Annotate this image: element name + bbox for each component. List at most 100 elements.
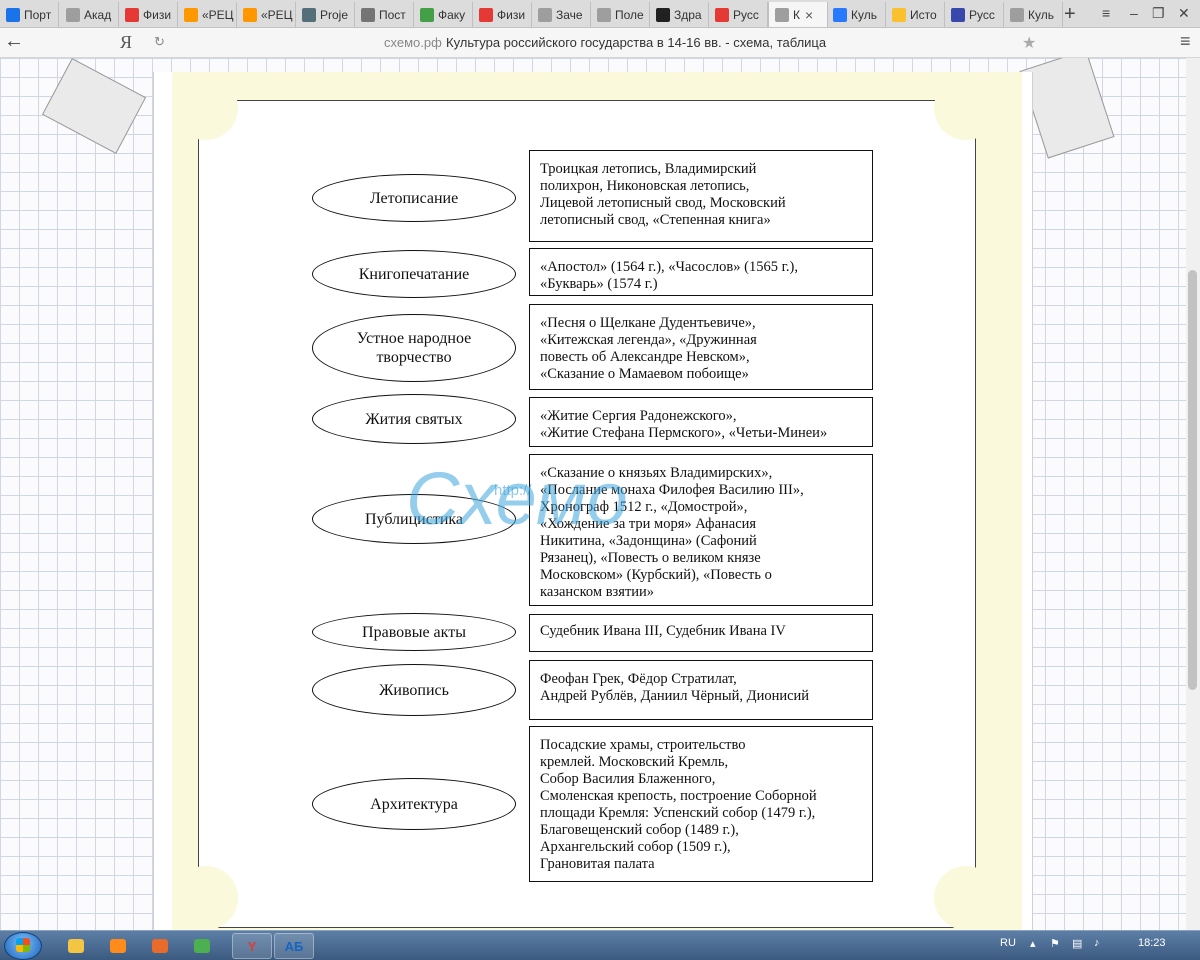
works-text-line: «Сказание о Мамаевом побоище» <box>540 366 749 382</box>
browser-tab[interactable]: Русс <box>709 2 768 27</box>
works-text-line: Судебник Ивана III, Судебник Ивана IV <box>540 623 786 639</box>
language-indicator[interactable]: RU <box>1000 937 1016 949</box>
works-box: Феофан Грек, Фёдор Стратилат, Андрей Рубл… <box>529 660 873 720</box>
x-logo-icon <box>833 7 847 22</box>
category-label: Книгопечатание <box>358 265 470 283</box>
works-box: Судебник Ивана III, Судебник Ивана IV <box>529 614 873 652</box>
tab-title: Физи <box>143 7 172 22</box>
tab-title: «РЕЦ <box>261 7 293 22</box>
category-oval: Устное народное творчество <box>312 314 516 382</box>
category-label: Архитектура <box>370 795 458 813</box>
browser-tab[interactable]: Исто <box>886 2 945 27</box>
browser-tab[interactable]: Куль <box>827 2 886 27</box>
tab-title: Куль <box>851 7 877 22</box>
address-domain[interactable]: схемо.рф <box>384 35 442 50</box>
category-label: Жития святых <box>365 410 463 428</box>
maximize-icon[interactable]: ❐ <box>1152 3 1165 23</box>
browser-tab[interactable]: Поле <box>591 2 650 27</box>
browser-tab[interactable]: «РЕЦ <box>237 2 296 27</box>
network-icon[interactable]: ▤ <box>1072 937 1082 950</box>
new-tab-button[interactable]: + <box>1064 3 1076 25</box>
media-player-icon-glyph <box>110 939 126 953</box>
browser-tab[interactable]: Физи <box>119 2 178 27</box>
tab-title: Факу <box>438 7 466 22</box>
windows-taskbar: Y АБ RU ▴ ⚑ ▤ ♪ 18:23 <box>0 930 1200 960</box>
browser-tab[interactable]: Куль <box>1004 2 1063 27</box>
side-scheme-thumbnail[interactable] <box>1019 58 1115 159</box>
browser-tab[interactable]: К × <box>768 2 828 27</box>
z-logo-icon <box>656 7 670 22</box>
orange-badge-icon <box>243 7 257 22</box>
volume-icon[interactable]: ♪ <box>1094 937 1100 949</box>
page-curl-decoration <box>934 76 998 140</box>
works-text-line: «Житие Стефана Пермского», «Четьи-Минеи» <box>540 425 828 441</box>
tab-title: К <box>793 7 800 22</box>
works-text-line: Лицевой летописный свод, Московский <box>540 195 786 211</box>
browser-tab[interactable]: Русс <box>945 2 1004 27</box>
browser-tab[interactable]: Факу <box>414 2 473 27</box>
address-bar[interactable]: ← Я ↻ схемо.рф Культура российского госу… <box>0 28 1200 58</box>
reload-icon[interactable]: ↻ <box>154 34 165 50</box>
page-icon <box>775 7 789 22</box>
explorer-folder-icon[interactable] <box>56 933 96 959</box>
browser-tab[interactable]: «РЕЦ <box>178 2 237 27</box>
category-label: Устное народное <box>356 330 472 347</box>
browser-tab[interactable]: Пост <box>355 2 414 27</box>
tab-title: Русс <box>969 7 995 22</box>
works-text-line: кремлей. Московский Кремль, <box>540 754 729 770</box>
browser-tab[interactable]: Заче <box>532 2 591 27</box>
works-box: «Песня о Щелкане Дудентьевиче», «Китежска… <box>529 304 873 390</box>
works-text-line: повесть об Александре Невском», <box>540 349 750 365</box>
yandex-logo[interactable]: Я <box>120 32 132 53</box>
works-text-line: «Букварь» (1574 г.) <box>540 276 658 292</box>
category-label: Живопись <box>379 681 449 699</box>
works-text-line: полихрон, Никоновская летопись, <box>540 178 750 194</box>
smiley-icon <box>892 7 906 22</box>
tab-strip: Порт Акад Физи «РЕЦ «РЕЦ Proje Пост Факу Физи Зач… <box>0 0 1200 28</box>
page-icon <box>1010 7 1024 22</box>
back-arrow-icon[interactable]: ← <box>4 30 24 53</box>
browser-tab[interactable]: Физи <box>473 2 532 27</box>
system-clock[interactable]: 18:23 <box>1138 937 1166 949</box>
page-viewport[interactable]: Летописание Троицкая летопись, Владимирск… <box>0 58 1200 930</box>
works-text-line: Московском» (Курбский), «Повесть о <box>540 567 772 583</box>
browser-tab[interactable]: Порт <box>0 2 59 27</box>
works-text-line: Грановитая палата <box>540 856 655 872</box>
action-center-flag-icon[interactable]: ⚑ <box>1050 937 1060 950</box>
tab-title: Здра <box>674 7 702 22</box>
works-box: «Сказание о князьях Владимирских», «Посла… <box>529 454 873 606</box>
close-window-icon[interactable]: ✕ <box>1178 3 1190 23</box>
media-player-icon[interactable] <box>98 933 138 959</box>
bookmark-star-icon[interactable]: ★ <box>1022 33 1036 53</box>
works-text-line: Собор Василия Блаженного, <box>540 771 716 787</box>
close-tab-icon[interactable]: × <box>805 7 813 23</box>
scrollbar-thumb[interactable] <box>1188 270 1197 690</box>
category-label: Публицистика <box>364 510 464 528</box>
category-oval: Архитектура <box>312 778 516 830</box>
yandex-browser-icon[interactable]: Y <box>232 933 272 959</box>
category-oval: Публицистика <box>312 494 516 544</box>
tab-title: Исто <box>910 7 937 22</box>
yandex-icon <box>715 7 729 22</box>
spellcheck-app-icon[interactable]: АБ <box>274 933 314 959</box>
side-scheme-thumbnail[interactable] <box>41 58 147 154</box>
tray-chevron-icon[interactable]: ▴ <box>1030 937 1036 950</box>
paint-icon-glyph <box>152 939 168 953</box>
works-text-line: «Послание монаха Филофея Василию III», <box>540 482 804 498</box>
browser-tab[interactable]: Акад <box>60 2 119 27</box>
paint-icon[interactable] <box>140 933 180 959</box>
torrent-icon[interactable] <box>182 933 222 959</box>
works-text-line: летописный свод, «Степенная книга» <box>540 212 771 228</box>
minimize-icon[interactable]: – <box>1130 3 1138 23</box>
browser-tab[interactable]: Proje <box>296 2 355 27</box>
works-text-line: Архангельский собор (1509 г.), <box>540 839 731 855</box>
works-text-line: Хронограф 1512 г., «Домострой», <box>540 499 748 515</box>
address-page-title[interactable]: Культура российского государства в 14-16… <box>446 35 826 50</box>
page-icon <box>538 7 552 22</box>
works-text-line: Посадские храмы, строительство <box>540 737 746 753</box>
menu-lines-icon[interactable]: ≡ <box>1102 3 1110 23</box>
page-icon <box>66 7 80 22</box>
works-box: «Апостол» (1564 г.), «Часослов» (1565 г.… <box>529 248 873 296</box>
browser-menu-icon[interactable]: ≡ <box>1180 31 1191 52</box>
browser-tab[interactable]: Здра <box>650 2 709 27</box>
